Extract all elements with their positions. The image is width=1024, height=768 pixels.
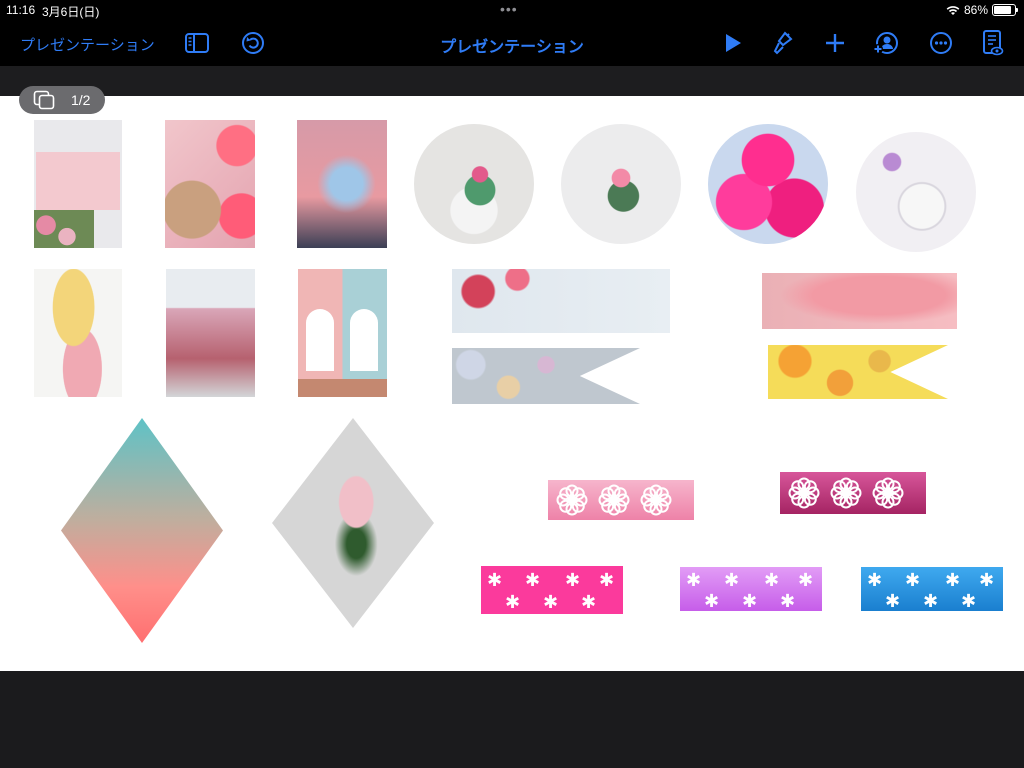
svg-text:✱: ✱	[945, 570, 960, 591]
status-date: 3月6日(日)	[42, 5, 100, 19]
more-icon[interactable]	[928, 30, 954, 56]
svg-text:✱: ✱	[724, 570, 739, 591]
status-time: 11:16	[6, 3, 36, 17]
svg-text:✱: ✱	[798, 570, 813, 591]
play-icon[interactable]	[720, 30, 746, 56]
fairy-light-jar-photo[interactable]	[297, 120, 387, 248]
colorful-doors-photo[interactable]	[298, 269, 387, 397]
slides-stack-icon	[33, 90, 55, 110]
status-right: 86%	[946, 3, 1018, 17]
svg-text:✱: ✱	[885, 591, 900, 611]
snowflake-tape-hot-pink[interactable]: ✱ ✱ ✱ ✱ ✱ ✱ ✱	[481, 566, 623, 614]
flower-icon	[598, 484, 630, 516]
pastel-eggs-ribbon-photo[interactable]	[452, 348, 640, 404]
wifi-icon	[946, 5, 960, 15]
snowflake-pattern-icon: ✱ ✱ ✱ ✱ ✱ ✱ ✱	[686, 570, 813, 611]
snowflake-pattern-icon: ✱ ✱ ✱ ✱ ✱ ✱ ✱	[867, 570, 994, 611]
rose-bouquet-on-white-photo[interactable]	[561, 124, 681, 244]
battery-icon	[992, 4, 1018, 16]
svg-text:✱: ✱	[742, 591, 757, 611]
flower-icon	[830, 477, 862, 509]
pink-umbrellas-photo[interactable]	[708, 124, 828, 244]
slide-counter-label: 1/2	[71, 92, 91, 108]
cactus-in-mug-photo[interactable]	[414, 124, 534, 244]
flower-icon	[640, 484, 672, 516]
svg-text:✱: ✱	[764, 570, 779, 591]
rose-bouquet-diamond-photo[interactable]	[272, 418, 434, 628]
svg-text:✱: ✱	[961, 591, 976, 611]
fairy-jar-diamond-photo[interactable]	[61, 418, 223, 643]
snowflake-tape-violet[interactable]: ✱ ✱ ✱ ✱ ✱ ✱ ✱	[680, 567, 822, 611]
svg-text:✱: ✱	[979, 570, 994, 591]
svg-text:✱: ✱	[565, 570, 580, 591]
white-plate-with-petals-photo[interactable]	[856, 132, 976, 252]
orange-slices-ribbon-photo[interactable]	[768, 345, 948, 399]
reading-view-icon[interactable]	[980, 30, 1006, 56]
document-title[interactable]: プレゼンテーション	[0, 33, 1024, 57]
macarons-and-gerberas-photo[interactable]	[165, 120, 255, 248]
snowflake-tape-blue[interactable]: ✱ ✱ ✱ ✱ ✱ ✱ ✱	[861, 567, 1003, 611]
svg-text:✱: ✱	[599, 570, 614, 591]
flower-icon	[872, 477, 904, 509]
svg-text:✱: ✱	[487, 570, 502, 591]
slide-canvas[interactable]: ✱ ✱ ✱ ✱ ✱ ✱ ✱ ✱ ✱ ✱ ✱ ✱ ✱ ✱ ✱ ✱ ✱ ✱ ✱ ✱ ✱	[0, 96, 1024, 671]
collaborate-icon[interactable]	[872, 30, 898, 56]
svg-text:✱: ✱	[525, 570, 540, 591]
multitasking-dots-icon[interactable]: •••	[500, 1, 518, 17]
svg-text:✱: ✱	[686, 570, 701, 591]
svg-text:✱: ✱	[905, 570, 920, 591]
format-brush-icon[interactable]	[770, 30, 796, 56]
canvas-bottom-margin	[0, 671, 1024, 768]
svg-text:✱: ✱	[543, 592, 558, 613]
easter-eggs-photo[interactable]	[34, 269, 122, 397]
flower-icon	[556, 484, 588, 516]
svg-text:✱: ✱	[780, 591, 795, 611]
roses-on-paper-banner-photo[interactable]	[452, 269, 670, 333]
svg-text:✱: ✱	[704, 591, 719, 611]
pink-smoke-banner-photo[interactable]	[762, 273, 957, 329]
svg-text:✱: ✱	[923, 591, 938, 611]
slide-counter[interactable]: 1/2	[19, 86, 105, 114]
pink-milkshake-photo[interactable]	[166, 269, 255, 397]
toolbar: プレゼンテーション プレゼンテーション	[0, 20, 1024, 66]
status-bar: 11:16 3月6日(日) ••• 86%	[0, 0, 1024, 20]
svg-text:✱: ✱	[505, 592, 520, 613]
flower-icon	[788, 477, 820, 509]
canvas-top-margin	[0, 66, 1024, 96]
pink-card-with-roses-photo[interactable]	[34, 120, 122, 248]
battery-percent: 86%	[963, 3, 988, 17]
add-icon[interactable]	[822, 30, 848, 56]
flower-tape-dark-pink[interactable]	[780, 472, 926, 514]
flower-tape-light-pink[interactable]	[548, 480, 694, 520]
snowflake-pattern-icon: ✱ ✱ ✱ ✱ ✱ ✱ ✱	[487, 570, 614, 613]
svg-text:✱: ✱	[867, 570, 882, 591]
svg-text:✱: ✱	[581, 592, 596, 613]
